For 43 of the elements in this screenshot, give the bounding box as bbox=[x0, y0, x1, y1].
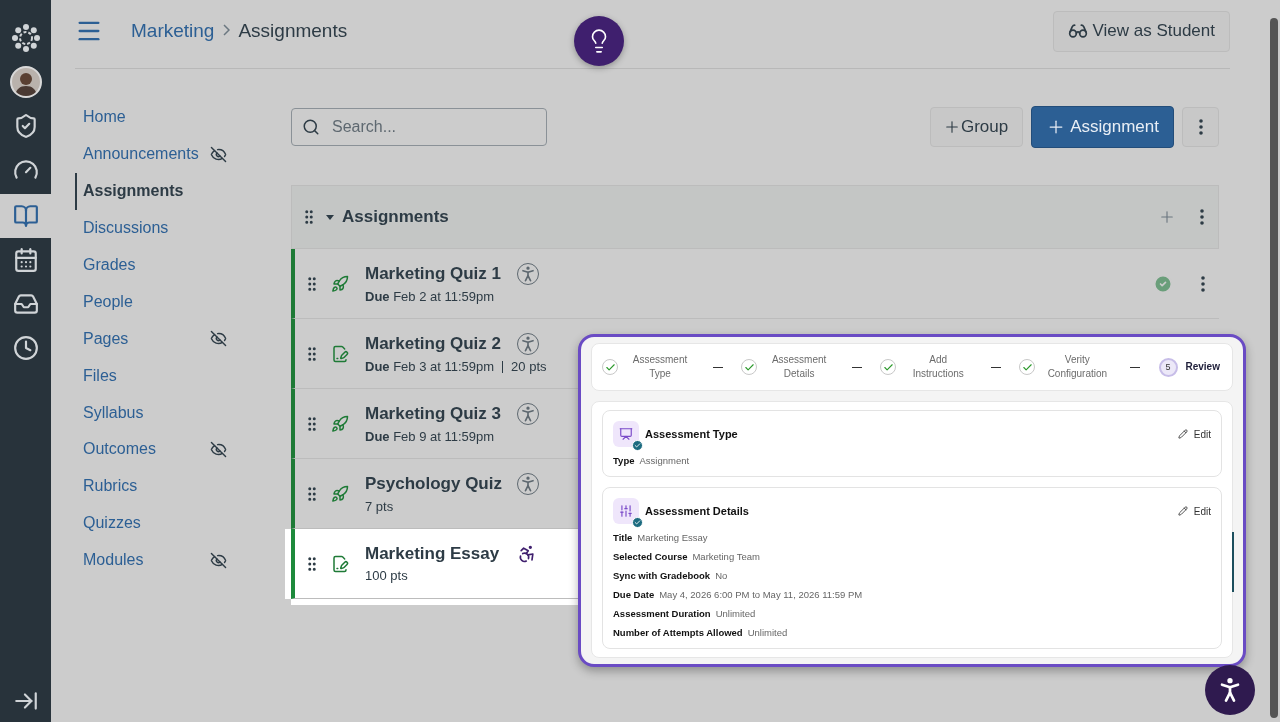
course-nav-label: Syllabus bbox=[83, 403, 144, 422]
field-label: Selected Course bbox=[613, 551, 688, 562]
field-label: Due Date bbox=[613, 589, 655, 600]
course-nav-label: Home bbox=[83, 108, 126, 127]
step-label: Review bbox=[1185, 360, 1220, 374]
field-value: Marketing Team bbox=[692, 551, 760, 562]
breadcrumb-current: Assignments bbox=[238, 20, 348, 42]
card-title: Assessment Type bbox=[645, 428, 738, 440]
assignment-meta: Due Feb 2 at 11:59pm bbox=[365, 289, 495, 304]
step-label: Assessment Details bbox=[770, 353, 828, 381]
field-label: Number of Attempts Allowed bbox=[613, 627, 743, 638]
assignment-meta: 100 pts bbox=[365, 568, 408, 583]
group-title: Assignments bbox=[342, 207, 449, 227]
course-nav-label: People bbox=[83, 292, 133, 311]
assignment-meta: Due Feb 3 at 11:59pm bbox=[365, 359, 495, 374]
field-value: Marketing Essay bbox=[637, 532, 708, 543]
course-nav-label: Quizzes bbox=[83, 514, 141, 533]
course-nav-label: Modules bbox=[83, 551, 144, 570]
course-nav-label: Outcomes bbox=[83, 440, 156, 459]
field-label: Type bbox=[613, 455, 635, 466]
field-value: No bbox=[715, 570, 728, 581]
step-label: Verity Configuration bbox=[1046, 353, 1109, 381]
course-nav-label: Files bbox=[83, 366, 117, 385]
course-nav-label: Rubrics bbox=[83, 477, 138, 496]
field-value: Unlimited bbox=[747, 627, 788, 638]
step-label: Assessment Type bbox=[631, 353, 689, 381]
course-nav-label: Grades bbox=[83, 256, 136, 274]
course-nav-label: Pages bbox=[83, 329, 129, 348]
course-nav-label: Announcements bbox=[83, 145, 199, 164]
course-nav-label: Assignments bbox=[83, 182, 184, 201]
field-label: Assessment Duration bbox=[613, 608, 711, 619]
step-label: Add Instructions bbox=[911, 353, 965, 381]
field-value: May 4, 2026 6:00 PM to May 11, 2026 11:59 PM bbox=[659, 589, 863, 600]
course-nav-label: Discussions bbox=[83, 219, 169, 238]
assignment-meta: 7 pts bbox=[365, 499, 394, 514]
field-label: Sync with Gradebook bbox=[613, 570, 711, 581]
assignment-meta: 20 pts bbox=[511, 359, 547, 374]
field-value: Assignment bbox=[639, 455, 690, 466]
step-number: 5 bbox=[1158, 357, 1178, 377]
card-title: Assessment Details bbox=[645, 505, 749, 517]
field-label: Title bbox=[613, 532, 633, 543]
assignment-meta: Due Feb 9 at 11:59pm bbox=[365, 429, 495, 444]
field-value: Unlimited bbox=[715, 608, 756, 619]
